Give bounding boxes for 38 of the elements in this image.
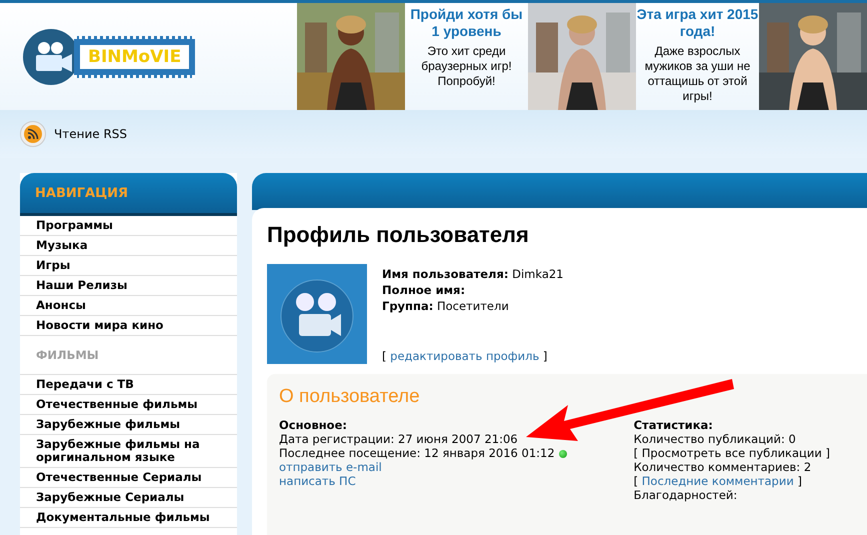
nav-item[interactable]: Передачи с ТВ [20, 375, 237, 395]
group-heading: Основное: [279, 418, 348, 432]
nav-item[interactable]: Зарубежные фильмы [20, 415, 237, 435]
nav-item[interactable]: Игры [20, 256, 237, 276]
text-link[interactable]: написать ПС [279, 474, 567, 488]
info-text: Последнее посещение: 12 января 2016 01:12 [279, 446, 567, 460]
section-title: О пользователе [279, 386, 421, 408]
ad-title[interactable]: Пройди хотя бы 1 уровень [405, 6, 528, 40]
nav-item[interactable]: Музыка [20, 236, 237, 256]
text-link[interactable]: отправить e-mail [279, 460, 567, 474]
nav-item[interactable]: Новости мира кино [20, 316, 237, 336]
nav-item[interactable]: Документальные фильмы [20, 508, 237, 528]
nav-item[interactable]: Зарубежные Сериалы [20, 488, 237, 508]
ad-title[interactable]: Эта игра хит 2015 года! [636, 6, 759, 40]
group-heading: Статистика: [634, 418, 714, 432]
logo-text: BINMoVIE [80, 44, 190, 68]
profile-field: Группа: Посетители [382, 298, 564, 314]
nav-section-title: ФИЛЬМЫ [20, 336, 237, 375]
page-title: Профиль пользователя [267, 222, 530, 248]
ad-text: Это хит среди браузерных игр! Попробуй! [420, 44, 513, 89]
nav-item[interactable]: Отечественные Сериалы [20, 468, 237, 488]
rss-link[interactable]: Чтение RSS [54, 127, 128, 141]
ad-text: Даже взрослых мужиков за уши не оттащишь от этой игры! [644, 44, 752, 104]
nav-item[interactable]: Наши Релизы [20, 276, 237, 296]
profile-field: Полное имя: [382, 282, 564, 298]
nav-item[interactable]: Зарубежные фильмы на оригинальном языке [20, 435, 237, 468]
profile-field: Имя пользователя: Dimka21 [382, 266, 564, 282]
bracket-link[interactable]: [ Просмотреть все публикации ] [634, 446, 830, 460]
nav-item[interactable]: Анонсы [20, 296, 237, 316]
edit-profile-link[interactable]: [ редактировать профиль ] [382, 348, 564, 364]
info-text: Благодарностей: [634, 488, 738, 502]
nav-item[interactable]: Программы [20, 216, 237, 236]
nav-item[interactable]: Отечественные фильмы [20, 395, 237, 415]
info-text: Количество комментариев: 2 [634, 460, 812, 474]
bracket-link[interactable]: [ Последние комментарии ] [634, 474, 830, 488]
info-text: Количество публикаций: 0 [634, 432, 797, 446]
navigation-title: НАВИГАЦИЯ [35, 186, 128, 200]
info-text: Дата регистрации: 27 июня 2007 21:06 [279, 432, 519, 446]
